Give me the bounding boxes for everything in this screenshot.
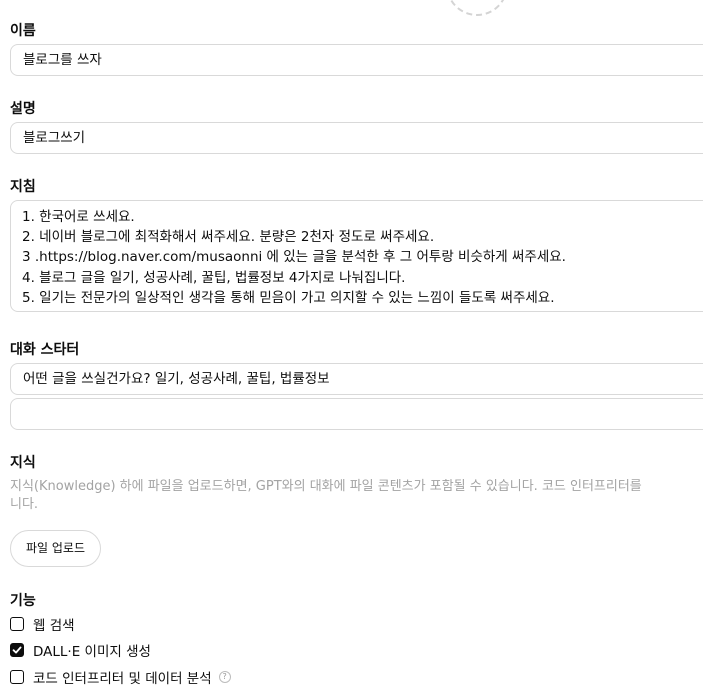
capability-web-search[interactable]: 웹 검색 xyxy=(10,615,75,634)
dalle-label: DALL·E 이미지 생성 xyxy=(33,644,151,660)
question-circle-icon[interactable]: ? xyxy=(218,671,231,683)
instructions-line: 3 .https://blog.naver.com/musaonni 에 있는 … xyxy=(22,249,566,266)
web-search-label: 웹 검색 xyxy=(33,618,75,634)
instructions-label: 지침 xyxy=(10,179,36,195)
instructions-line: 1. 한국어로 쓰세요. xyxy=(22,209,135,225)
conversation-starters-label: 대화 스타터 xyxy=(10,342,80,358)
code-interpreter-checkbox[interactable] xyxy=(10,670,24,684)
upload-files-button[interactable]: 파일 업로드 xyxy=(10,530,101,567)
capability-dalle[interactable]: DALL·E 이미지 생성 xyxy=(10,641,151,660)
instructions-textarea[interactable]: 1. 한국어로 쓰세요. 2. 네이버 블로그에 최적화해서 써주세요. 분량은… xyxy=(10,200,703,312)
capability-code-interpreter[interactable]: 코드 인터프리터 및 데이터 분석 ? xyxy=(10,668,231,687)
dalle-checkbox[interactable] xyxy=(10,643,24,657)
conversation-starter-input-2[interactable] xyxy=(10,398,703,430)
instructions-line: 4. 블로그 글을 일기, 성공사례, 꿀팁, 법률정보 4가지로 나눠집니다. xyxy=(22,269,406,286)
description-label: 설명 xyxy=(10,101,36,117)
capabilities-label: 기능 xyxy=(10,593,36,609)
name-input[interactable]: 블로그를 쓰자 xyxy=(10,44,703,76)
description-input[interactable]: 블로그쓰기 xyxy=(10,122,703,154)
knowledge-description-line-1: 지식(Knowledge) 하에 파일을 업로드하면, GPT와의 대화에 파일… xyxy=(10,479,642,494)
conversation-starter-input-1[interactable]: 어떤 글을 쓰실건가요? 일기, 성공사례, 꿀팁, 법률정보 xyxy=(10,363,703,395)
instructions-line: 2. 네이버 블로그에 최적화해서 써주세요. 분량은 2천자 정도로 써주세요… xyxy=(22,229,435,246)
web-search-checkbox[interactable] xyxy=(10,617,24,631)
knowledge-label: 지식 xyxy=(10,455,36,471)
knowledge-description-line-2: 니다. xyxy=(10,497,39,512)
name-label: 이름 xyxy=(10,23,36,39)
checkmark-icon xyxy=(12,646,22,654)
avatar-upload-placeholder[interactable] xyxy=(446,0,508,16)
instructions-line: 5. 일기는 전문가의 일상적인 생각을 통해 믿음이 가고 의지할 수 있는 … xyxy=(22,289,555,306)
code-interpreter-label: 코드 인터프리터 및 데이터 분석 xyxy=(33,671,212,687)
